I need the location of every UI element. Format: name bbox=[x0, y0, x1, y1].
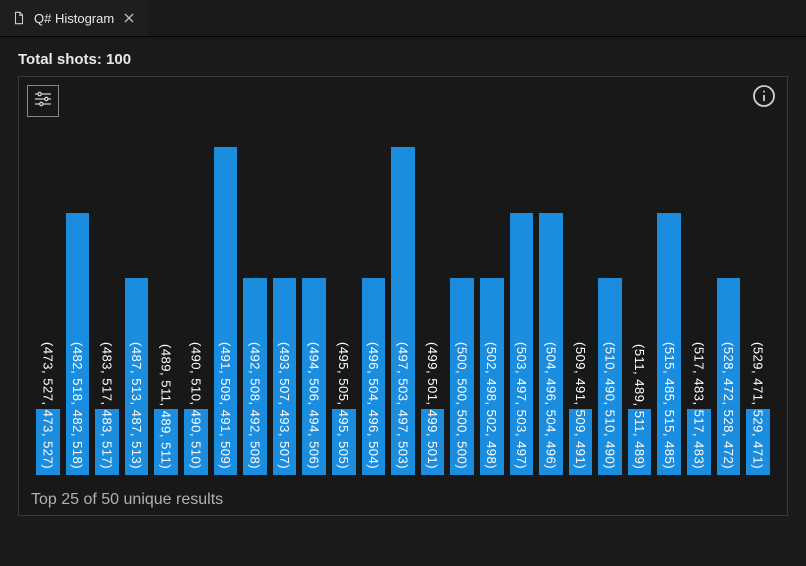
bar-column[interactable]: (493, 507, 493, 507) bbox=[271, 147, 299, 475]
tab-bar: Q# Histogram bbox=[0, 0, 806, 37]
bar-label: (496, 504, 496, 504) bbox=[366, 342, 381, 469]
tab-histogram[interactable]: Q# Histogram bbox=[0, 0, 148, 36]
bar-label: (529, 471, 529, 471) bbox=[751, 342, 766, 469]
bar-column[interactable]: (496, 504, 496, 504) bbox=[360, 147, 388, 475]
bar-label: (473, 527, 473, 527) bbox=[40, 342, 55, 469]
bar-column[interactable]: (492, 508, 492, 508) bbox=[241, 147, 269, 475]
bar-label: (482, 518, 482, 518) bbox=[70, 342, 85, 469]
bar-column[interactable]: (495, 505, 495, 505) bbox=[330, 147, 358, 475]
bar-label: (515, 485, 515, 485) bbox=[662, 342, 677, 469]
bar-column[interactable]: (489, 511, 489, 511) bbox=[152, 147, 180, 475]
bar-column[interactable]: (509, 491, 509, 491) bbox=[567, 147, 595, 475]
bar-label: (510, 490, 510, 490) bbox=[603, 342, 618, 469]
bar-column[interactable]: (500, 500, 500, 500) bbox=[448, 147, 476, 475]
bar-label: (502, 498, 502, 498) bbox=[484, 342, 499, 469]
bar-label: (509, 491, 509, 491) bbox=[573, 342, 588, 469]
chart-footer-text: Top 25 of 50 unique results bbox=[31, 491, 223, 509]
bar-label: (504, 496, 504, 496) bbox=[543, 342, 558, 469]
bar-column[interactable]: (510, 490, 510, 490) bbox=[596, 147, 624, 475]
bar-column[interactable]: (483, 517, 483, 517) bbox=[93, 147, 121, 475]
sliders-icon bbox=[33, 89, 53, 114]
bar-column[interactable]: (529, 471, 529, 471) bbox=[744, 147, 772, 475]
histogram-chart: (473, 527, 473, 527) (482, 518, 482, 518)… bbox=[33, 147, 773, 475]
info-button[interactable] bbox=[751, 85, 777, 111]
bar-label: (487, 513, 487, 513) bbox=[129, 342, 144, 469]
bar-column[interactable]: (494, 506, 494, 506) bbox=[300, 147, 328, 475]
bar-column[interactable]: (503, 497, 503, 497) bbox=[508, 147, 536, 475]
tab-title: Q# Histogram bbox=[34, 11, 114, 26]
bar-column[interactable]: (482, 518, 482, 518) bbox=[64, 147, 92, 475]
info-icon bbox=[752, 84, 776, 113]
settings-button[interactable] bbox=[27, 85, 59, 117]
bar-column[interactable]: (528, 472, 528, 472) bbox=[715, 147, 743, 475]
bar-label: (500, 500, 500, 500) bbox=[455, 342, 470, 469]
bar-column[interactable]: (490, 510, 490, 510) bbox=[182, 147, 210, 475]
bar-column[interactable]: (515, 485, 515, 485) bbox=[655, 147, 683, 475]
bar-label: (497, 503, 497, 503) bbox=[395, 342, 410, 469]
bar-column[interactable]: (511, 489, 511, 489) bbox=[626, 147, 654, 475]
histogram-panel: (473, 527, 473, 527) (482, 518, 482, 518)… bbox=[18, 76, 788, 516]
bar-label: (483, 517, 483, 517) bbox=[99, 342, 114, 469]
bar-label: (490, 510, 490, 510) bbox=[188, 342, 203, 469]
close-icon[interactable] bbox=[122, 11, 136, 25]
bar-column[interactable]: (473, 527, 473, 527) bbox=[34, 147, 62, 475]
total-shots-label: Total shots: 100 bbox=[18, 51, 788, 68]
bar-column[interactable]: (517, 483, 517, 483) bbox=[685, 147, 713, 475]
bar-label: (499, 501, 499, 501) bbox=[425, 342, 440, 469]
bar-label: (495, 505, 495, 505) bbox=[336, 342, 351, 469]
bar-label: (489, 511, 489, 511) bbox=[159, 344, 174, 469]
file-icon bbox=[12, 11, 26, 25]
bar-column[interactable]: (487, 513, 487, 513) bbox=[123, 147, 151, 475]
bar-column[interactable]: (491, 509, 491, 509) bbox=[212, 147, 240, 475]
bar-label: (503, 497, 503, 497) bbox=[514, 342, 529, 469]
bar-column[interactable]: (497, 503, 497, 503) bbox=[389, 147, 417, 475]
bar-label: (491, 509, 491, 509) bbox=[218, 342, 233, 469]
content-area: Total shots: 100 (473, 527, 473, 527)(4 bbox=[0, 37, 806, 534]
bar-label: (517, 483, 517, 483) bbox=[691, 342, 706, 469]
bar-label: (493, 507, 493, 507) bbox=[277, 342, 292, 469]
bar-column[interactable]: (499, 501, 499, 501) bbox=[419, 147, 447, 475]
bar-label: (492, 508, 492, 508) bbox=[247, 342, 262, 469]
bar-column[interactable]: (504, 496, 504, 496) bbox=[537, 147, 565, 475]
bar-label: (494, 506, 494, 506) bbox=[307, 342, 322, 469]
bar-label: (511, 489, 511, 489) bbox=[632, 344, 647, 469]
bar-label: (528, 472, 528, 472) bbox=[721, 342, 736, 469]
bar-column[interactable]: (502, 498, 502, 498) bbox=[478, 147, 506, 475]
